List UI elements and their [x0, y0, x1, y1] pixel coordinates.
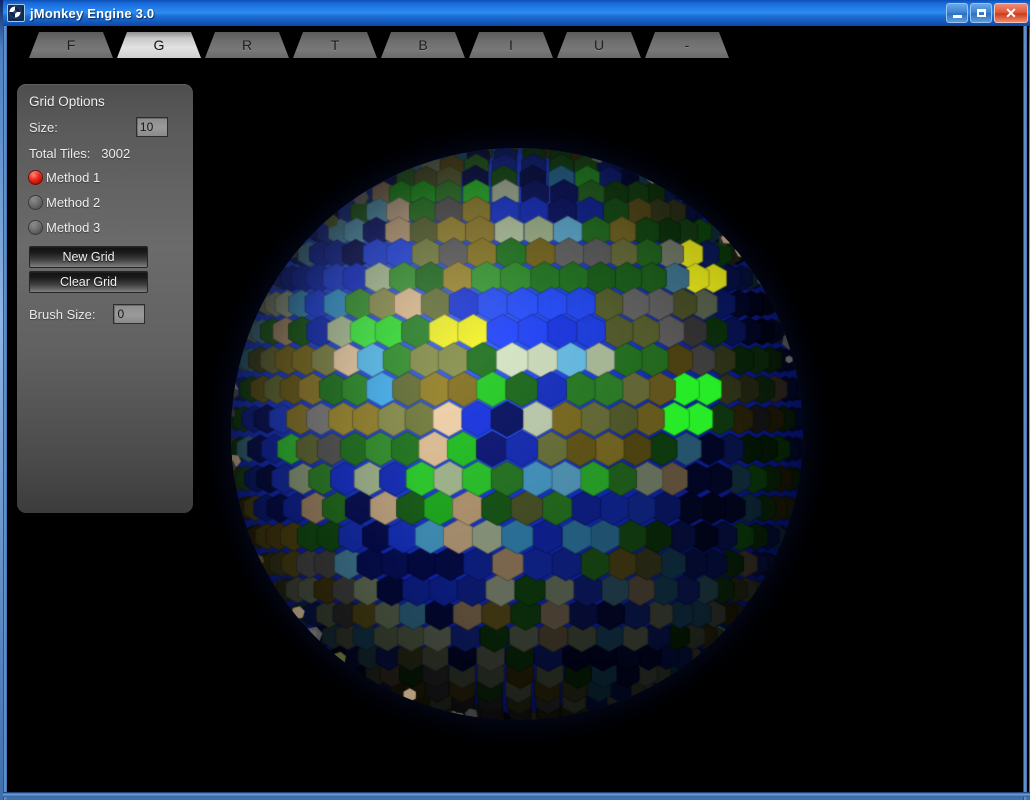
tab-label: B	[418, 37, 428, 53]
brush-size-input[interactable]: 0	[113, 304, 146, 324]
radio-off-icon[interactable]	[28, 220, 43, 235]
tab-label: T	[330, 37, 340, 53]
tab-g[interactable]: G	[117, 32, 201, 58]
maximize-button[interactable]	[970, 3, 992, 23]
title-bar: jMonkey Engine 3.0 ✕	[3, 0, 1030, 27]
hex-planet[interactable]	[231, 148, 803, 720]
window-title: jMonkey Engine 3.0	[30, 5, 155, 21]
tab-t[interactable]: T	[293, 32, 377, 58]
tab-b[interactable]: B	[381, 32, 465, 58]
brush-size-label: Brush Size:	[29, 306, 96, 322]
planet-hex-tiles	[231, 148, 803, 720]
new-grid-button[interactable]: New Grid	[29, 246, 148, 268]
tab-label: U	[593, 37, 605, 53]
close-button[interactable]: ✕	[994, 3, 1028, 23]
maximize-icon	[976, 9, 986, 17]
tab-dash[interactable]: -	[645, 32, 729, 58]
scene-viewport[interactable]: Grid Options Size: 10 Total Tiles: 3002 …	[7, 58, 1029, 795]
close-icon: ✕	[1005, 5, 1017, 21]
tab-label: F	[66, 37, 76, 53]
radio-on-icon[interactable]	[28, 170, 43, 185]
application-window: jMonkey Engine 3.0 ✕ F G R T B I U - Gri…	[0, 0, 1030, 800]
tab-bar: F G R T B I U -	[7, 30, 1029, 58]
jmonkey-logo-icon	[7, 4, 25, 22]
method-3-radio-row[interactable]: Method 3	[28, 217, 183, 238]
total-tiles-row: Total Tiles: 3002	[29, 146, 131, 161]
planet-sphere	[231, 148, 803, 720]
client-area: F G R T B I U - Grid Options Size: 10 To…	[7, 26, 1029, 795]
minimize-button[interactable]	[946, 3, 968, 23]
tab-u[interactable]: U	[557, 32, 641, 58]
window-border-bottom	[3, 792, 1030, 797]
size-label: Size:	[29, 119, 58, 135]
tab-f[interactable]: F	[29, 32, 113, 58]
tab-i[interactable]: I	[469, 32, 553, 58]
size-row: Size: 10	[29, 116, 183, 138]
window-border-left	[3, 26, 7, 800]
method-3-label: Method 3	[46, 220, 101, 235]
method-2-label: Method 2	[46, 195, 101, 210]
minimize-icon	[952, 15, 962, 18]
method-1-radio-row[interactable]: Method 1	[28, 167, 183, 188]
tab-r[interactable]: R	[205, 32, 289, 58]
panel-title: Grid Options	[29, 94, 105, 109]
brush-size-row: Brush Size: 0	[29, 303, 183, 325]
tab-label: I	[509, 37, 513, 53]
tab-label: R	[241, 37, 253, 53]
clear-grid-button[interactable]: Clear Grid	[29, 271, 148, 293]
tab-label: -	[684, 37, 690, 53]
window-controls: ✕	[946, 3, 1028, 23]
radio-off-icon[interactable]	[28, 195, 43, 210]
window-border-right	[1023, 26, 1027, 800]
tab-label: G	[153, 37, 165, 53]
size-input[interactable]: 10	[135, 117, 168, 137]
grid-options-panel: Grid Options Size: 10 Total Tiles: 3002 …	[17, 84, 193, 513]
method-1-label: Method 1	[46, 170, 101, 185]
method-2-radio-row[interactable]: Method 2	[28, 192, 183, 213]
grid-action-buttons: New Grid Clear Grid	[27, 246, 183, 293]
